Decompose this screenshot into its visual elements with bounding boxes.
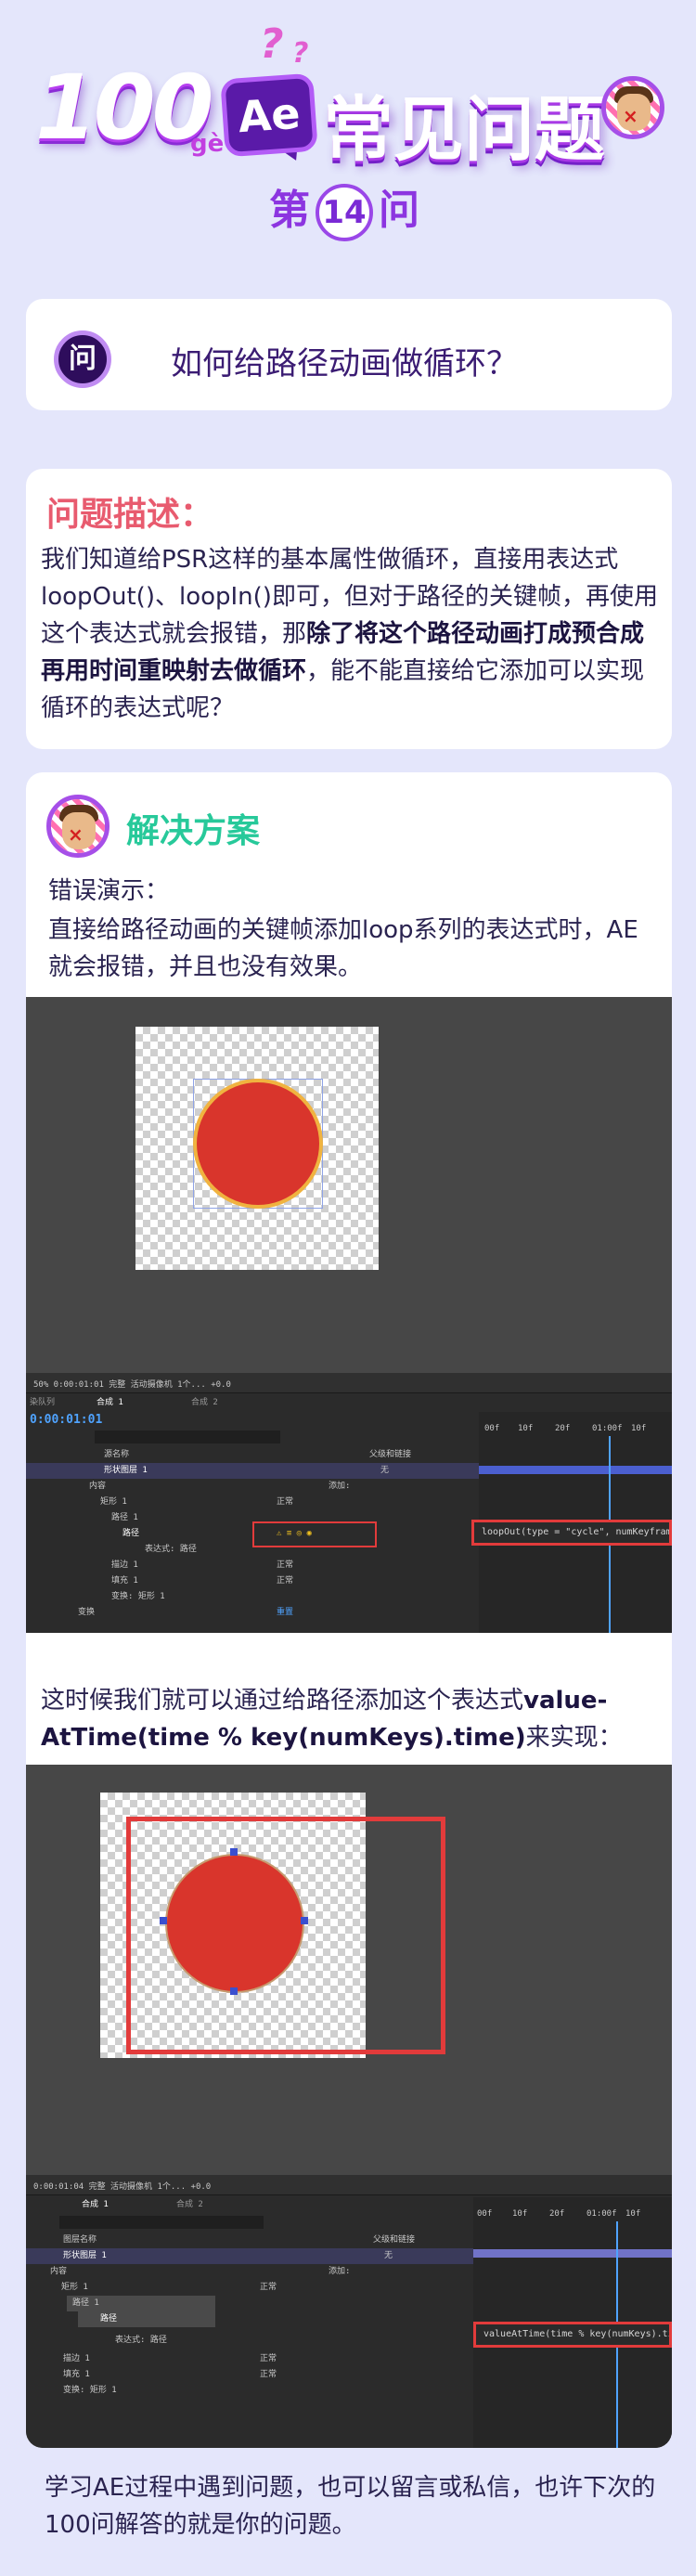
search-input[interactable] xyxy=(59,2216,264,2229)
composition-canvas xyxy=(135,1027,379,1270)
reset-link[interactable]: 重置 xyxy=(277,1605,293,1621)
highlight-rect xyxy=(126,1817,445,2054)
header-title: 常见问题 xyxy=(323,88,605,171)
warning-icon[interactable]: ⚠ ≡ ◎ ◉ xyxy=(277,1526,312,1542)
search-input[interactable] xyxy=(95,1430,280,1443)
problem-card: 问题描述： 我们知道给PSR这样的基本属性做循环，直接用表达式loopOut()… xyxy=(26,469,672,749)
expression-field[interactable]: valueAtTime(time % key(numKeys).time) xyxy=(473,2322,672,2348)
layer-row: 表达式: 路径 xyxy=(115,2336,167,2345)
tick: 10f xyxy=(631,1424,647,1433)
red-circle-shape xyxy=(193,1079,323,1209)
layer-row[interactable]: 内容 xyxy=(89,1479,106,1495)
layer-row[interactable]: 路径 xyxy=(122,1526,139,1542)
question-mark-icon: ? xyxy=(292,37,309,70)
layer-row[interactable]: 变换: 矩形 1 xyxy=(111,1589,165,1605)
tick: 20f xyxy=(555,1424,571,1433)
col-parent: 父级和链接 xyxy=(369,1450,412,1459)
solution-heading: 解决方案 xyxy=(126,812,261,850)
question-number: 第 14 问 xyxy=(269,176,419,241)
col-parent: 父级和链接 xyxy=(373,2235,416,2245)
mode-select[interactable]: 正常 xyxy=(260,2367,277,2383)
problem-heading: 问题描述： xyxy=(46,496,214,534)
layer-row: 表达式: 路径 xyxy=(145,1545,197,1554)
question-badge: 问 xyxy=(54,330,111,388)
col-layer-name: 图层名称 xyxy=(63,2235,97,2245)
layer-row[interactable]: 变换: 矩形 1 xyxy=(63,2383,117,2399)
header: ? ? 100 gè Ae 常见问题 × 第 14 问 xyxy=(0,0,696,251)
timecode[interactable]: 0:00:01:01 xyxy=(30,1412,102,1428)
question-mark-icon: ? xyxy=(260,20,284,68)
tick: 01:00f xyxy=(586,2209,617,2219)
tick: 20f xyxy=(549,2209,565,2219)
tick: 01:00f xyxy=(592,1424,623,1433)
layer-row[interactable]: 填充 1 xyxy=(63,2367,90,2383)
tick: 00f xyxy=(477,2209,493,2219)
question-text: 如何给路径动画做循环？ xyxy=(171,345,518,382)
header-ge: gè xyxy=(190,130,225,158)
ae-screenshot-wrong: 50% 0:00:01:01 完整 活动摄像机 1个... +0.0 染队列 合… xyxy=(26,997,672,1633)
header-number: 100 xyxy=(35,56,213,160)
parent-select[interactable]: 无 xyxy=(380,1463,389,1479)
tab-comp2[interactable]: 合成 2 xyxy=(191,1395,218,1411)
layer-row[interactable]: 变换 xyxy=(78,1605,95,1621)
tab-render-queue[interactable]: 染队列 xyxy=(30,1395,55,1411)
layer-duration-bar[interactable] xyxy=(473,2249,672,2258)
wrong-label: 错误演示： xyxy=(48,877,170,905)
error-highlight xyxy=(252,1521,377,1547)
right-text: 这时候我们就可以通过给路径添加这个表达式value-AtTime(time % … xyxy=(41,1687,623,1752)
ae-screenshot-correct: 0:00:01:04 完整 活动摄像机 1个... +0.0 合成 1 合成 2… xyxy=(26,1765,672,2448)
timeline-panel: 0:00:01:04 完整 活动摄像机 1个... +0.0 合成 1 合成 2… xyxy=(26,2175,672,2448)
viewer-toolbar[interactable]: 50% 0:00:01:01 完整 活动摄像机 1个... +0.0 xyxy=(26,1373,672,1393)
avatar: × xyxy=(46,795,110,858)
tick: 00f xyxy=(484,1424,500,1433)
tab-comp1[interactable]: 合成 1 xyxy=(82,2197,109,2213)
layer-row[interactable]: 路径 1 xyxy=(111,1510,138,1526)
layer-row[interactable]: 形状图层 1 xyxy=(104,1463,148,1479)
layer-row[interactable]: 描边 1 xyxy=(63,2351,90,2367)
col-source-name: 源名称 xyxy=(104,1450,130,1459)
expression-field[interactable]: loopOut(type = "cycle", numKeyframes = 0… xyxy=(471,1520,672,1546)
layer-row[interactable]: 内容 xyxy=(50,2264,67,2280)
solution-card: × 解决方案 错误演示： 直接给路径动画的关键帧添加loop系列的表达式时，AE… xyxy=(26,772,672,2448)
ae-badge: Ae xyxy=(220,72,318,158)
add-label[interactable]: 添加: xyxy=(329,1479,350,1495)
parent-select[interactable]: 无 xyxy=(384,2248,393,2264)
layer-duration-bar[interactable] xyxy=(479,1466,672,1474)
layer-row[interactable]: 描边 1 xyxy=(111,1558,138,1573)
mode-select[interactable]: 正常 xyxy=(277,1558,293,1573)
mode-select[interactable]: 正常 xyxy=(260,2351,277,2367)
timeline-panel: 50% 0:00:01:01 完整 活动摄像机 1个... +0.0 染队列 合… xyxy=(26,1373,672,1633)
mode-select[interactable]: 正常 xyxy=(260,2280,277,2296)
layer-row[interactable]: 路径 1 xyxy=(72,2296,99,2311)
tick: 10f xyxy=(518,1424,534,1433)
layer-row[interactable]: 矩形 1 xyxy=(100,1495,127,1510)
tick: 10f xyxy=(512,2209,528,2219)
layer-row[interactable]: 路径 xyxy=(100,2311,117,2327)
mode-select[interactable]: 正常 xyxy=(277,1573,293,1589)
tick: 10f xyxy=(625,2209,641,2219)
add-label[interactable]: 添加: xyxy=(329,2264,350,2280)
mode-select[interactable]: 正常 xyxy=(277,1495,293,1510)
footer-text: 学习AE过程中遇到问题，也可以留言或私信，也许下次的100问解答的就是你的问题。 xyxy=(45,2474,656,2539)
layer-row[interactable]: 矩形 1 xyxy=(61,2280,88,2296)
wrong-text: 直接给路径动画的关键帧添加loop系列的表达式时，AE就会报错，并且也没有效果。 xyxy=(48,916,638,981)
layer-row[interactable]: 填充 1 xyxy=(111,1573,138,1589)
question-card: 问 如何给路径动画做循环？ xyxy=(26,299,672,410)
viewer-toolbar[interactable]: 0:00:01:04 完整 活动摄像机 1个... +0.0 xyxy=(26,2175,672,2195)
avatar: × xyxy=(601,76,664,139)
tab-comp2[interactable]: 合成 2 xyxy=(176,2197,203,2213)
layer-row[interactable]: 形状图层 1 xyxy=(63,2248,107,2264)
problem-text: 我们知道给PSR这样的基本属性做循环，直接用表达式loopOut()、loopI… xyxy=(41,546,658,722)
tab-comp1[interactable]: 合成 1 xyxy=(97,1395,123,1411)
